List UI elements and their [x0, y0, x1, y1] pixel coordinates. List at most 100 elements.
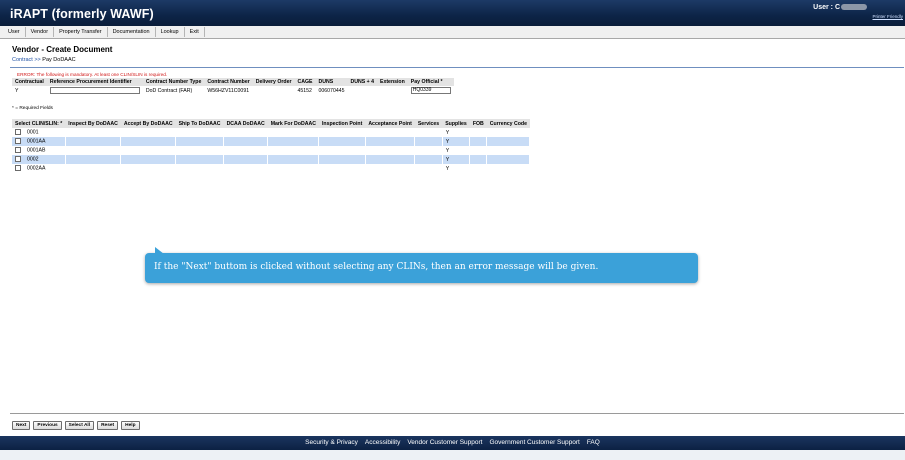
duns-value: 006070445 [318, 87, 345, 94]
col-duns: DUNS [315, 78, 348, 86]
delivery-order-value [253, 86, 295, 95]
error-message: ERROR: The following is mandatory. At le… [17, 72, 168, 77]
divider [10, 67, 904, 68]
cell [223, 128, 269, 137]
required-fields-note: * = Required Fields [12, 106, 53, 111]
clin-number: 0002 [27, 156, 39, 163]
col-inspection-point: Inspection Point [318, 119, 366, 128]
button-bar: Next Previous Select All Reset Help [12, 421, 140, 430]
menu-bar: User Vendor Property Transfer Documentat… [0, 26, 905, 39]
cell [223, 164, 269, 173]
cell [175, 164, 225, 173]
next-button[interactable]: Next [12, 421, 31, 430]
cell [469, 137, 488, 146]
clin-checkbox[interactable] [15, 138, 21, 145]
clin-table: Select CLIN/SLIN: * Inspect By DoDAAC Ac… [12, 119, 531, 173]
cell [267, 128, 320, 137]
cell [267, 146, 320, 155]
col-acceptance-point: Acceptance Point [365, 119, 415, 128]
extension-value [377, 86, 408, 95]
footer-link-vendor-support[interactable]: Vendor Customer Support [407, 436, 482, 450]
reference-procurement-field-cell [47, 86, 143, 95]
contractual-value: Y [15, 87, 19, 94]
cell [318, 155, 366, 164]
cell [65, 146, 122, 155]
menu-exit[interactable]: Exit [185, 27, 205, 37]
cell [414, 137, 443, 146]
footer-link-government-support[interactable]: Government Customer Support [489, 436, 579, 450]
col-contract-number-type: Contract Number Type [142, 78, 205, 86]
col-fob: FOB [469, 119, 487, 128]
printer-friendly-link[interactable]: Printer Friendly [872, 14, 903, 19]
clin-checkbox[interactable] [15, 165, 21, 172]
clin-select-cell: 0001AA [12, 137, 66, 146]
app-title: iRAPT (formerly WAWF) [10, 7, 154, 21]
col-mark-for: Mark For DoDAAC [267, 119, 319, 128]
cell [469, 128, 488, 137]
cell [469, 155, 488, 164]
cell [120, 137, 177, 146]
clin-number: 0001AA [27, 138, 46, 145]
footer-links: Security & Privacy Accessibility Vendor … [305, 436, 600, 450]
footer: Security & Privacy Accessibility Vendor … [0, 436, 905, 450]
contract-number-type-value: DoD Contract (FAR) [145, 87, 193, 94]
col-supplies: Supplies [442, 119, 470, 128]
breadcrumb-separator: >> [32, 57, 43, 63]
previous-button[interactable]: Previous [33, 421, 62, 430]
cell [65, 155, 122, 164]
cell [318, 137, 366, 146]
clin-checkbox[interactable] [15, 129, 21, 136]
cell [175, 128, 225, 137]
menu-documentation[interactable]: Documentation [108, 27, 156, 37]
cell [486, 128, 531, 137]
footer-link-accessibility[interactable]: Accessibility [365, 436, 400, 450]
cell [120, 128, 177, 137]
cell [223, 137, 269, 146]
col-extension: Extension [376, 78, 408, 86]
clin-checkbox[interactable] [15, 147, 21, 154]
cell [486, 155, 531, 164]
breadcrumb-contract-link[interactable]: Contract [12, 57, 33, 63]
divider [10, 413, 904, 414]
footer-link-security-privacy[interactable]: Security & Privacy [305, 436, 358, 450]
cell [175, 146, 225, 155]
contract-data-row: Y DoD Contract (FAR) W56HZV11C0091 45152… [12, 86, 454, 95]
user-label: User : C [813, 4, 867, 11]
cell [414, 155, 443, 164]
menu-vendor[interactable]: Vendor [26, 27, 55, 37]
menu-property-transfer[interactable]: Property Transfer [54, 27, 108, 37]
reset-button[interactable]: Reset [97, 421, 119, 430]
clin-select-cell: 0002 [12, 155, 66, 164]
reference-procurement-identifier-input[interactable] [49, 87, 140, 94]
col-contractual: Contractual [12, 78, 47, 86]
cell [486, 146, 531, 155]
cell [365, 137, 416, 146]
col-inspect-by: Inspect By DoDAAC [65, 119, 121, 128]
redacted-username [841, 4, 867, 11]
clin-number: 0001 [27, 129, 39, 136]
clin-select-cell: 0001 [12, 128, 66, 137]
cell [65, 128, 122, 137]
cell [175, 137, 225, 146]
cage-value: 45152 [297, 87, 312, 94]
table-row: 0001 Y [12, 128, 531, 137]
clin-select-cell: 0001AB [12, 146, 66, 155]
callout-pointer [155, 247, 164, 254]
help-button[interactable]: Help [121, 421, 140, 430]
col-currency-code: Currency Code [486, 119, 530, 128]
clin-checkbox[interactable] [15, 156, 21, 163]
col-reference-procurement-identifier: Reference Procurement Identifier [46, 78, 143, 86]
cell [223, 155, 269, 164]
clin-select-cell: 0002AA [12, 164, 66, 173]
col-pay-official: Pay Official * [407, 78, 454, 86]
select-all-button[interactable]: Select All [64, 421, 95, 430]
pay-official-input[interactable]: HQ0339 [410, 87, 451, 94]
pay-official-field-cell: HQ0339 [408, 86, 454, 95]
table-row: 0001AB Y [12, 146, 531, 155]
bottom-strip [0, 450, 905, 460]
menu-lookup[interactable]: Lookup [156, 27, 185, 37]
footer-link-faq[interactable]: FAQ [587, 436, 600, 450]
col-ship-to: Ship To DoDAAC [175, 119, 224, 128]
cell [469, 146, 488, 155]
menu-user[interactable]: User [3, 27, 26, 37]
